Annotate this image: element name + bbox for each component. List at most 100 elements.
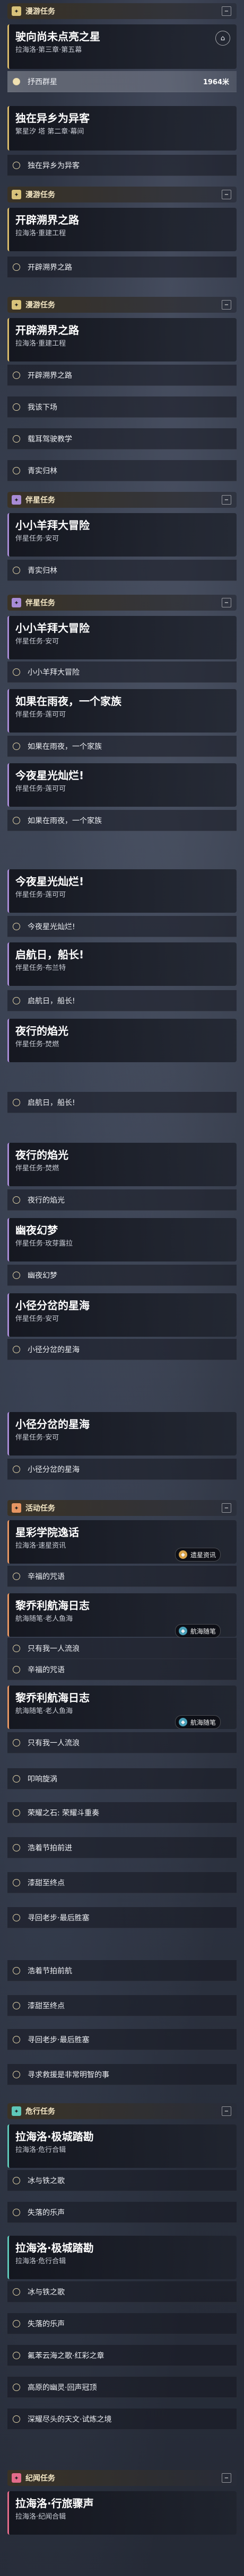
quest-card[interactable]: 小径分岔的星海 伴星任务·安可	[7, 1293, 237, 1337]
quest-subtitle: 伴星任务·安可	[15, 1434, 59, 1442]
quest-step[interactable]: 浩着节拍前航	[7, 1960, 237, 1981]
quest-card[interactable]: 幽夜幻梦伴星任务·玫芽露拉	[7, 1218, 237, 1261]
step-marker-icon	[13, 466, 20, 474]
quest-step[interactable]: 夜行的焰光	[7, 1189, 237, 1211]
quest-step[interactable]: 漆甜至终点	[7, 1872, 237, 1893]
category-header[interactable]: ✦ 危行任务 −	[7, 2103, 237, 2119]
quest-step[interactable]: 今夜星光灿烂!	[7, 916, 237, 937]
quest-card[interactable]: 启航日，船长! 伴星任务·布兰特	[7, 942, 237, 986]
step-label: 浩着节拍前进	[28, 1843, 72, 1852]
collapse-icon[interactable]: −	[222, 300, 231, 310]
collapse-icon[interactable]: −	[222, 495, 231, 505]
category-header[interactable]: ✦ 活动任务 −	[7, 1500, 237, 1516]
quest-step[interactable]: 我该下场	[7, 396, 237, 418]
collapse-icon[interactable]: −	[222, 6, 231, 16]
quest-step[interactable]: 启航日，船长!	[7, 990, 237, 1011]
quest-subtitle: 伴星任务·莲可可	[15, 891, 66, 899]
quest-step[interactable]: 如果在雨夜，一个家族	[7, 736, 237, 757]
quest-step[interactable]: 失落的乐声	[7, 2202, 237, 2223]
quest-subtitle: 拉海洛·重建工程	[15, 230, 66, 237]
category-header[interactable]: ✦ 伴星任务 −	[7, 492, 237, 508]
quest-step[interactable]: 载耳驾驶教学	[7, 428, 237, 449]
quest-card[interactable]: 夜行的焰光 伴星任务·焚燃	[7, 1019, 237, 1062]
quest-step[interactable]: 独在异乡为异客	[7, 155, 237, 176]
quest-step[interactable]: 开辟溯界之路	[7, 257, 237, 278]
quest-card[interactable]: 小小羊拜大冒险 伴星任务·安可	[7, 513, 237, 557]
event-quest-icon: ✦	[12, 1503, 21, 1513]
quest-step[interactable]: 叩响旋涡	[7, 1768, 237, 1789]
quest-step[interactable]: 冰与铁之歌	[7, 2281, 237, 2302]
quest-card[interactable]: 拉海洛·极城踏勘 拉海洛·危行合辑	[7, 2236, 237, 2279]
quest-step[interactable]: 小径分岔的星海	[7, 1459, 237, 1480]
collapse-icon[interactable]: −	[222, 2473, 231, 2483]
track-icon[interactable]: ⌂	[215, 31, 230, 46]
quest-step[interactable]: 小小羊拜大冒险	[7, 661, 237, 683]
step-marker-icon	[13, 161, 20, 169]
quest-card[interactable]: 今夜星光灿烂! 伴星任务·莲可可	[7, 869, 237, 913]
quest-step[interactable]: 如果在雨夜，一个家族	[7, 810, 237, 831]
quest-step[interactable]: 抒西群星 1964米	[7, 71, 237, 92]
quest-step[interactable]: 失落的乐声	[7, 2313, 237, 2334]
quest-card[interactable]: 开辟溯界之路 拉海洛·重建工程	[7, 208, 237, 251]
quest-step[interactable]: 荣耀之石: 荣耀斗重奏	[7, 1802, 237, 1823]
quest-step[interactable]: 青实归林	[7, 460, 237, 481]
quest-source-tag[interactable]: ◆ 航海随笔	[175, 1624, 221, 1638]
collapse-icon[interactable]: −	[222, 190, 231, 199]
wanderer-quest-icon: ✦	[12, 6, 21, 16]
quest-title: 夜行的焰光	[15, 1025, 68, 1037]
step-label: 小径分岔的星海	[28, 1465, 80, 1474]
category-label: 漫游任务	[25, 191, 55, 199]
quest-step[interactable]: 小径分岔的星海	[7, 1339, 237, 1360]
quest-title: 今夜星光灿烂!	[15, 875, 84, 888]
quest-step[interactable]: 冰与铁之歌	[7, 2170, 237, 2191]
quest-step[interactable]: 高原的幽灵·回声冠顶	[7, 2377, 237, 2398]
step-marker-icon	[13, 1665, 20, 1673]
quest-step[interactable]: 寻回老步·最后胜塞	[7, 1907, 237, 1928]
step-marker-icon	[13, 1809, 20, 1816]
quest-card[interactable]: 开辟溯界之路 拉海洛·重建工程	[7, 318, 237, 361]
quest-card[interactable]: 小小羊拜大冒险 伴星任务·安可	[7, 616, 237, 659]
quest-step[interactable]: 漆甜至终点	[7, 1995, 237, 2016]
collapse-icon[interactable]: −	[222, 1503, 231, 1513]
quest-card[interactable]: 拉海洛·极城踏勘 拉海洛·危行合辑	[7, 2124, 237, 2168]
quest-card[interactable]: 驶向尚未点亮之星 拉海洛·第三章·第五幕 ⌂	[7, 24, 237, 69]
quest-title: 幽夜幻梦	[15, 1224, 58, 1237]
category-label: 伴星任务	[25, 599, 55, 607]
quest-step[interactable]: 只有我一人流浪	[7, 1732, 237, 1753]
category-header[interactable]: ✦ 伴星任务 −	[7, 595, 237, 611]
quest-card[interactable]: 夜行的焰光 伴星任务·焚燃	[7, 1143, 237, 1186]
category-header[interactable]: ✦ 漫游任务 −	[7, 3, 237, 19]
quest-card[interactable]: 拉海洛·行旅骤声 拉海洛·纪闻合辑	[7, 2491, 237, 2535]
quest-step[interactable]: 启航日，船长!	[7, 1092, 237, 1113]
tag-label: 航海随笔	[190, 1718, 216, 1726]
quest-step[interactable]: 辛福的咒语	[7, 1566, 237, 1587]
category-header[interactable]: ✦ 纪闻任务 −	[7, 2470, 237, 2486]
quest-source-tag[interactable]: ◆ 航海随笔	[175, 1715, 221, 1729]
quest-step[interactable]: 寻求救援是非常明智的事	[7, 2064, 237, 2085]
collapse-icon[interactable]: −	[222, 2106, 231, 2116]
quest-source-tag[interactable]: ◆ 遗星资讯	[175, 1548, 221, 1562]
quest-step[interactable]: 青实归林	[7, 560, 237, 581]
step-label: 载耳驾驶教学	[28, 435, 72, 444]
collapse-icon[interactable]: −	[222, 598, 231, 607]
quest-card[interactable]: 独在异乡为异客 繁星汐 塔 第二章·幕间	[7, 106, 237, 151]
quest-subtitle: 伴星任务·安可	[15, 535, 59, 543]
chronicle-quest-icon: ✦	[12, 2473, 21, 2483]
quest-step[interactable]: 寻回老步·最后胜塞	[7, 2029, 237, 2050]
quest-step[interactable]: 氟苯云海之歌·红彩之章	[7, 2345, 237, 2366]
step-marker-icon	[13, 2070, 20, 2078]
quest-step[interactable]: 幽夜幻梦	[7, 1265, 237, 1286]
step-marker-icon	[13, 403, 20, 411]
quest-step[interactable]: 开辟溯界之路	[7, 365, 237, 386]
quest-card[interactable]: 如果在雨夜，一个家族 伴星任务·莲可可	[7, 689, 237, 733]
quest-step[interactable]: 浩着节拍前进	[7, 1837, 237, 1858]
quest-card[interactable]: 小径分岔的星海 伴星任务·安可	[7, 1412, 237, 1455]
quest-subtitle: 伴星任务·玫芽露拉	[15, 1240, 73, 1248]
category-header[interactable]: ✦ 漫游任务 −	[7, 187, 237, 202]
quest-step[interactable]: 辛福的咒语	[7, 1659, 237, 1680]
category-header[interactable]: ✦ 漫游任务 −	[7, 297, 237, 313]
quest-card[interactable]: 今夜星光灿烂! 伴星任务·莲可可	[7, 763, 237, 807]
quest-step[interactable]: 只有我一人流浪	[7, 1638, 237, 1659]
quest-step[interactable]: 深耀尽头的天文·试炼之境	[7, 2409, 237, 2430]
step-label: 小小羊拜大冒险	[28, 668, 80, 677]
